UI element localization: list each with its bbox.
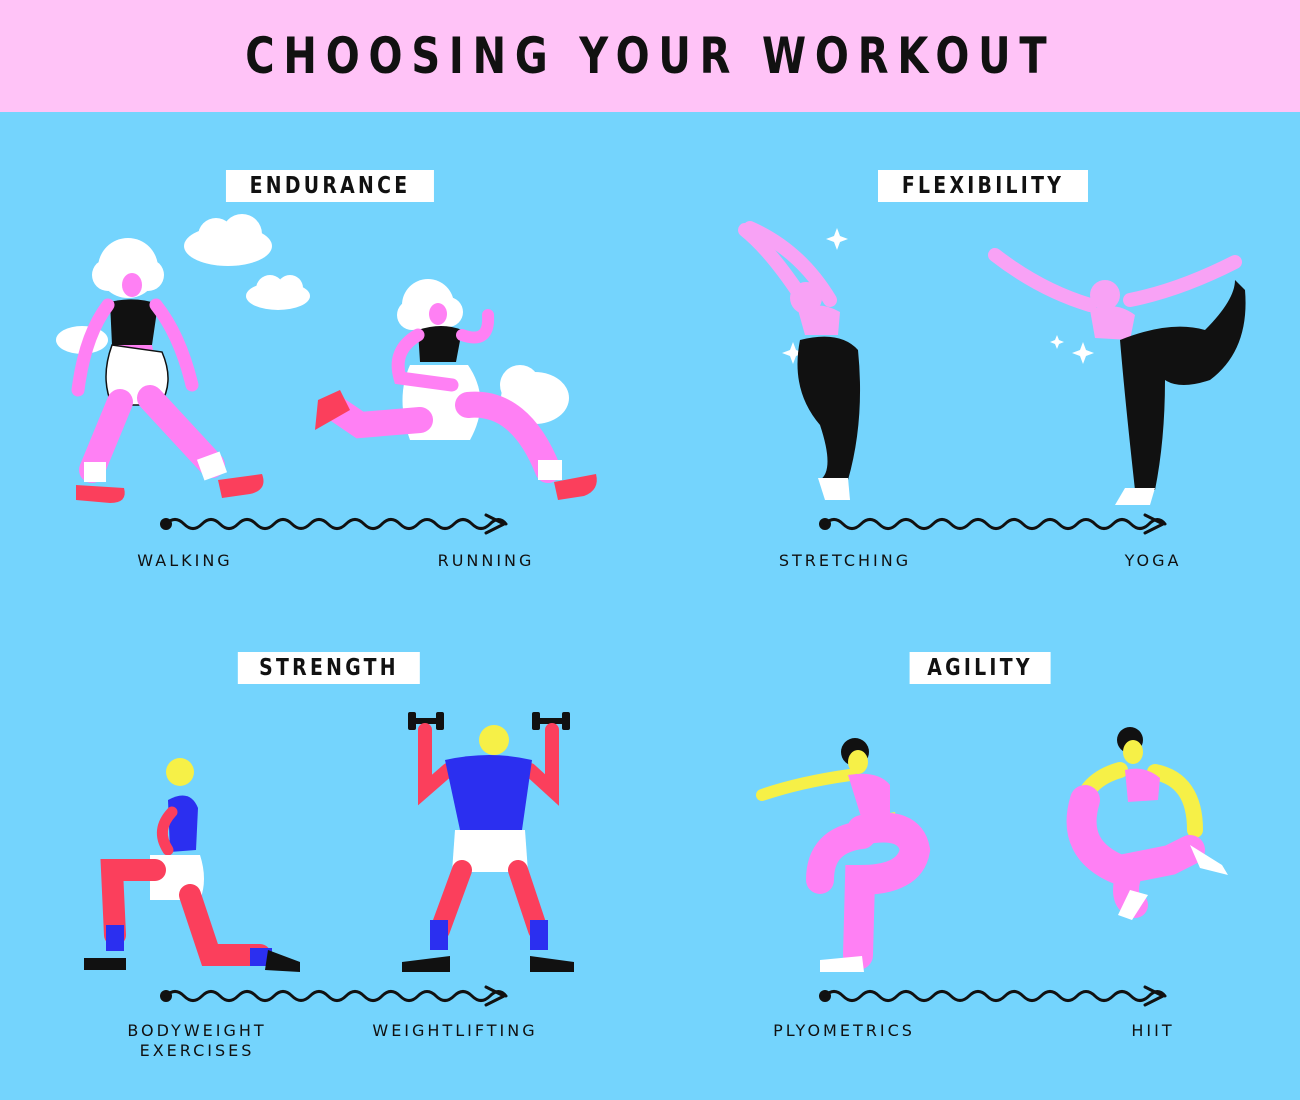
label-stretching: STRETCHING	[778, 551, 912, 570]
label-hiit: HIIT	[1131, 1021, 1175, 1040]
endurance-progress-arrow	[158, 513, 508, 535]
plyometrics-figure	[756, 738, 931, 972]
label-running: RUNNING	[437, 551, 535, 570]
label-yoga: YOGA	[1124, 551, 1182, 570]
illustration-layer	[56, 214, 1246, 1007]
yoga-figure	[988, 248, 1246, 505]
walking-figure	[71, 238, 264, 503]
stretching-figure	[738, 221, 861, 500]
label-bodyweight-exercises: BODYWEIGHT EXERCISES	[127, 1021, 267, 1060]
strength-progress-arrow	[158, 985, 508, 1007]
hiit-figure	[1066, 727, 1228, 920]
weightlifting-figure	[402, 712, 574, 972]
label-plyometrics: PLYOMETRICS	[773, 1021, 915, 1040]
bodyweight-figure	[84, 758, 300, 972]
flexibility-progress-arrow	[817, 513, 1167, 535]
label-walking: WALKING	[137, 551, 233, 570]
label-weightlifting: WEIGHTLIFTING	[372, 1021, 538, 1040]
agility-progress-arrow	[817, 985, 1167, 1007]
